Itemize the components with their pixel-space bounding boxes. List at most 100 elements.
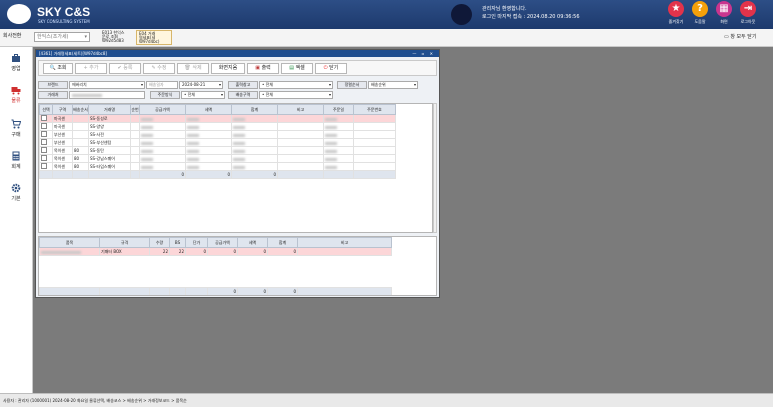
col-header[interactable]: 주문일: [323, 104, 354, 115]
col-header[interactable]: 합계: [267, 237, 298, 248]
row-checkbox[interactable]: [41, 163, 47, 169]
print-button[interactable]: ▣ 출력: [247, 63, 279, 74]
logout-icon: ⇥: [740, 1, 756, 17]
col-header[interactable]: 단가: [185, 237, 208, 248]
row-checkbox[interactable]: [41, 123, 47, 129]
row-checkbox[interactable]: [41, 155, 47, 161]
table-row[interactable]: 기패터 BOX 22 22 0 0 0 0: [39, 247, 392, 256]
row-checkbox[interactable]: [41, 147, 47, 153]
col-header[interactable]: 선택: [39, 104, 53, 115]
toolbar: 🔍 조회 + 추가 ✔ 등록 ✎ 수정 🗑 삭제 화면지움 ▣ 출력 ▤ 엑셀 …: [38, 60, 437, 76]
plus-icon: +: [83, 65, 88, 71]
sidebar-item-logistics[interactable]: 물류: [0, 85, 32, 104]
col-header[interactable]: 비고: [297, 237, 392, 248]
col-header[interactable]: 주문번호: [353, 104, 396, 115]
col-header[interactable]: 공급가액: [139, 104, 186, 115]
excel-button[interactable]: ▤ 엑셀: [281, 63, 313, 74]
order-method-label: 주문방식: [150, 91, 180, 99]
layout-icon: ▦: [716, 1, 732, 17]
screen-button[interactable]: ▦ 화면: [712, 1, 736, 25]
sidebar-item-purchase[interactable]: 구매: [0, 119, 32, 138]
windows-icon: ▭: [724, 34, 729, 40]
excel-icon: ▤: [289, 65, 294, 71]
row-checkbox[interactable]: [41, 131, 47, 137]
add-button[interactable]: + 추가: [75, 63, 107, 74]
sidebar-item-sales[interactable]: 영업: [0, 53, 32, 72]
sidebar-item-basic[interactable]: 기본: [0, 183, 32, 202]
date-input[interactable]: 2024-08-21 ▾: [179, 81, 223, 89]
filter-panel: 브랜드 에버리치 ▾ 배송일자 2024-08-21 ▾ 출력창고 • 전체 ▾ 정렬…: [38, 79, 437, 102]
col-header[interactable]: 배송순서: [72, 104, 89, 115]
app-header: SKY C&S SKY CONSULTING SYSTEM 관리자님 환영합니다…: [0, 0, 773, 29]
table-row[interactable]: 마곡센 SS-양양: [39, 122, 396, 131]
table-row[interactable]: 부산센 SS-사전: [39, 130, 396, 139]
window-title-bar[interactable]: [4361] 거래명세표(세트)[W97d4bc8] — ▫ ✕: [36, 50, 439, 57]
customer-label: 거래처: [38, 91, 68, 99]
star-icon: ★: [668, 1, 684, 17]
trash-icon: 🗑: [184, 65, 191, 71]
brand-select[interactable]: 에버리치 ▾: [69, 81, 145, 89]
register-button[interactable]: ✔ 등록: [109, 63, 141, 74]
truck-icon: [11, 87, 21, 95]
store-select[interactable]: • 전체 ▾: [259, 81, 333, 89]
tab-inventory[interactable]: E013 한익스 문로 조회 W92d5d83: [100, 30, 134, 45]
col-header[interactable]: 구역: [52, 104, 73, 115]
table-row[interactable]: 부산센 SS-부산센텀: [39, 138, 396, 147]
col-header[interactable]: 공급가액: [207, 237, 238, 248]
help-button[interactable]: ? 도움말: [688, 1, 712, 25]
store-label: 출력창고: [228, 81, 258, 89]
sort-label: 정렬순서: [337, 81, 367, 89]
row-checkbox[interactable]: [41, 139, 47, 145]
col-header[interactable]: 세액: [185, 104, 232, 115]
statement-grid: 선택 구역 배송순서 거래명 순번 공급가액 세액 합계 비고 주문일 주문번호…: [38, 103, 433, 233]
col-header[interactable]: 순번: [130, 104, 140, 115]
menu-bar: 회사전환 한익스(조가세) ▾ E013 한익스 문로 조회 W92d5d83 E…: [0, 29, 773, 47]
logout-button[interactable]: ⇥ 로그아웃: [736, 1, 760, 25]
col-header[interactable]: 품목: [39, 237, 100, 248]
row-checkbox[interactable]: [41, 115, 47, 121]
window-controls[interactable]: — ▫ ✕: [412, 50, 435, 57]
sort-select[interactable]: 배송순위 ▾: [368, 81, 418, 89]
calculator-icon: [12, 151, 20, 161]
briefcase-icon: [12, 54, 20, 62]
edit-button[interactable]: ✎ 수정: [143, 63, 175, 74]
favorites-button[interactable]: ★ 즐겨찾기: [664, 1, 688, 25]
order-method-select[interactable]: • 전체 ▾: [181, 91, 225, 99]
col-header[interactable]: BS: [169, 237, 186, 248]
clear-screen-button[interactable]: 화면지움: [211, 63, 245, 74]
sidebar-item-accounting[interactable]: 회계: [0, 151, 32, 170]
close-all-button[interactable]: ▭ 창 모두 닫기: [724, 33, 757, 40]
table-row[interactable]: 목이센 80 SS-강남스퀘어: [39, 154, 396, 163]
close-button[interactable]: ⏻ 닫기: [315, 63, 347, 74]
col-header[interactable]: 수량: [149, 237, 170, 248]
detail-grid: 품목 규격 수량 BS 단가 공급가액 세액 합계 비고 기패터 BOX 22 22…: [38, 236, 437, 296]
sidebar: 영업 물류 구매 회계 기본: [0, 47, 33, 393]
search-button[interactable]: 🔍 조회: [43, 63, 73, 74]
user-avatar: [451, 4, 472, 25]
search-icon: 🔍: [49, 65, 56, 71]
delete-button[interactable]: 🗑 삭제: [177, 63, 209, 74]
status-bar: 사용자 : 관리자 (1000001) 2024-08-20 화요일 물류선택,…: [0, 393, 773, 407]
col-header[interactable]: 거래명: [88, 104, 131, 115]
check-icon: ✔: [117, 65, 122, 71]
table-row[interactable]: 목이센 80 SS-동탄: [39, 146, 396, 155]
col-header[interactable]: 규격: [99, 237, 150, 248]
col-header[interactable]: 세액: [237, 237, 268, 248]
grid-scrollbar[interactable]: [433, 103, 437, 233]
table-row[interactable]: 마곡센 SS-동성로: [39, 114, 396, 123]
ship-date-label: 배송일자: [146, 81, 178, 89]
pencil-icon: ✎: [151, 65, 156, 71]
tab-trade-statement[interactable]: E04 거래 명세표(세 W97d4bc): [136, 30, 172, 45]
col-header[interactable]: 비고: [277, 104, 324, 115]
table-row[interactable]: 목이센 80 SS-타임스퀘어: [39, 162, 396, 171]
customer-input[interactable]: [69, 91, 145, 99]
cart-icon: [11, 119, 21, 129]
trade-statement-window: [4361] 거래명세표(세트)[W97d4bc8] — ▫ ✕ 🔍 조회 + …: [35, 49, 440, 298]
company-logo: [7, 4, 31, 24]
brand-label: 브랜드: [38, 81, 68, 89]
grid-header-row: 선택 구역 배송순서 거래명 순번 공급가액 세액 합계 비고 주문일 주문번호: [39, 104, 396, 115]
delivery-zone-select[interactable]: • 전체 ▾: [259, 91, 333, 99]
company-select[interactable]: 한익스(조가세) ▾: [34, 32, 90, 42]
col-header[interactable]: 합계: [231, 104, 278, 115]
grid-total-row: 000: [39, 170, 396, 179]
